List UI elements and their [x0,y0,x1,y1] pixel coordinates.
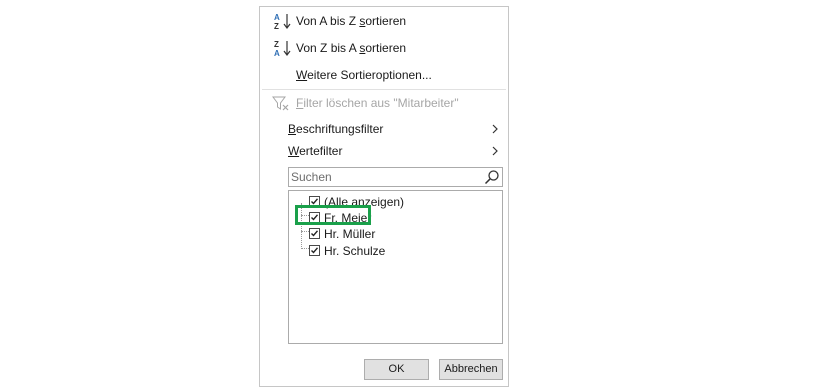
menu-separator [262,89,506,90]
chevron-right-icon [492,124,498,134]
search-icon[interactable] [484,169,500,185]
svg-text:A: A [274,49,280,57]
clear-filter-label: Filter löschen aus "Mitarbeiter" [296,96,459,110]
checkbox[interactable] [309,196,320,207]
sort-descending-icon: Z A [274,40,291,57]
tree-line [301,231,309,232]
list-item-label: Hr. Müller [324,227,376,241]
checkbox[interactable] [309,212,320,223]
search-box [288,167,503,187]
value-filter-item[interactable]: Wertefilter [260,139,508,163]
sort-a-to-z-label: Von A bis Z sortieren [296,14,407,28]
sort-a-to-z-item[interactable]: A Z Von A bis Z sortieren [260,9,508,33]
list-item-label: (Alle anzeigen) [324,195,405,209]
label-filter-label: Beschriftungsfilter [288,122,384,136]
chevron-right-icon [492,146,498,156]
clear-filter-icon [272,96,289,111]
autofilter-dropdown: A Z Von A bis Z sortieren Z A Von Z bis … [259,6,509,387]
sort-ascending-icon: A Z [274,13,291,30]
sort-z-to-a-item[interactable]: Z A Von Z bis A sortieren [260,36,508,60]
ok-button[interactable]: OK [364,359,429,380]
tree-line [301,203,302,249]
filter-values-list: (Alle anzeigen) Fr. Meier Hr. Müller Hr.… [288,190,503,344]
svg-text:Z: Z [274,22,279,30]
clear-filter-item: Filter löschen aus "Mitarbeiter" [260,91,508,115]
checkbox[interactable] [309,228,320,239]
more-sort-options-item[interactable]: Weitere Sortieroptionen... [260,63,508,87]
tree-line [301,215,309,216]
value-filter-label: Wertefilter [288,144,343,158]
list-item-label: Hr. Schulze [324,244,386,258]
label-filter-item[interactable]: Beschriftungsfilter [260,117,508,141]
list-item-label: Fr. Meier [324,211,372,225]
checkbox[interactable] [309,245,320,256]
search-input[interactable] [290,168,482,186]
svg-text:Z: Z [274,40,279,49]
more-sort-options-label: Weitere Sortieroptionen... [296,68,432,82]
svg-text:A: A [274,13,280,22]
tree-line [301,248,309,249]
sort-z-to-a-label: Von Z bis A sortieren [296,41,407,55]
cancel-button[interactable]: Abbrechen [439,359,503,380]
